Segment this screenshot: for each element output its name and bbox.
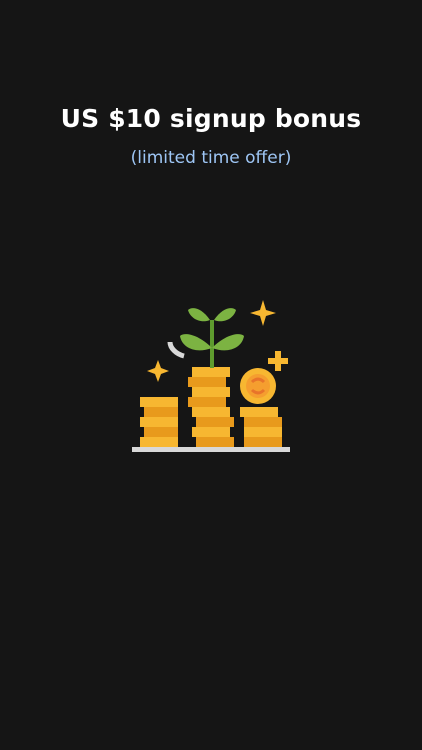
decorative-arc xyxy=(167,341,185,359)
money-growth-icon xyxy=(126,290,296,460)
sparkle-icon xyxy=(147,360,169,382)
left-coin-stack xyxy=(140,397,178,447)
promo-title: US $10 signup bonus xyxy=(60,104,362,133)
promo-subtitle: (limited time offer) xyxy=(130,148,292,168)
plus-icon xyxy=(268,351,288,371)
ground-line xyxy=(132,447,290,452)
sparkle-icon xyxy=(250,300,276,326)
middle-coin-stack xyxy=(188,367,234,447)
standing-coin xyxy=(240,368,276,404)
plant xyxy=(180,308,244,368)
promo-screen: US $10 signup bonus (limited time offer) xyxy=(0,0,422,750)
right-coin-stack xyxy=(240,407,282,447)
